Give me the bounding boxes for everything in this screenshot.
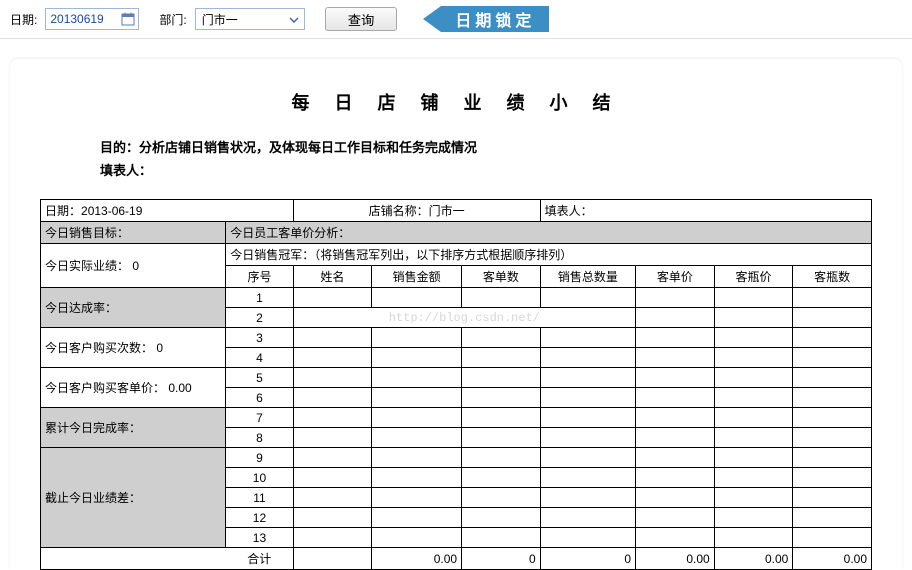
toolbar: 日期: 部门: 门市一 查询 日期锁定 (0, 0, 912, 39)
page-title: 每 日 店 铺 业 绩 小 结 (40, 89, 872, 115)
date-input[interactable] (50, 12, 118, 26)
filler-label: 填表人： (100, 160, 872, 179)
row-unit-price: 今日客户购买客单价： 0.00 (41, 368, 226, 408)
row-champion: 今日销售冠军：（将销售冠军列出，以下排序方式根据顺序排列） (226, 244, 872, 266)
row-cumulative: 累计今日完成率： (41, 408, 226, 448)
total-row: 合计 0.00 0 0 0.00 0.00 0.00 (41, 548, 872, 570)
row-diff: 截止今日业绩差： (41, 448, 226, 548)
purpose-text: 目的：分析店铺日销售状况，及体现每日工作目标和任务完成情况 (100, 137, 872, 156)
date-input-wrap (45, 8, 139, 30)
date-label: 日期: (10, 11, 37, 28)
row-cust-count: 今日客户购买次数： 0 (41, 328, 226, 368)
report-table: 日期：2013-06-19 店铺名称：门市一 填表人： 今日销售目标： 今日员工… (40, 199, 872, 570)
dept-label: 部门: (159, 11, 186, 28)
date-lock-badge: 日期锁定 (423, 6, 549, 32)
row-today-actual: 今日实际业绩： 0 (41, 244, 226, 288)
info-row: 日期：2013-06-19 店铺名称：门市一 填表人： (41, 200, 872, 222)
row-analysis: 今日员工客单价分析： (226, 222, 872, 244)
report-page: 每 日 店 铺 业 绩 小 结 目的：分析店铺日销售状况，及体现每日工作目标和任… (10, 59, 902, 570)
search-button[interactable]: 查询 (325, 7, 398, 31)
arrow-left-icon (423, 6, 441, 32)
row-today-target: 今日销售目标： (41, 222, 226, 244)
dept-dropdown[interactable]: 门市一 (195, 8, 305, 30)
chevron-down-icon (286, 12, 302, 26)
dept-value: 门市一 (202, 11, 286, 28)
calendar-icon[interactable] (120, 11, 136, 27)
row-rate: 今日达成率： (41, 288, 226, 328)
watermark: http://blog.csdn.net/ (293, 308, 635, 328)
